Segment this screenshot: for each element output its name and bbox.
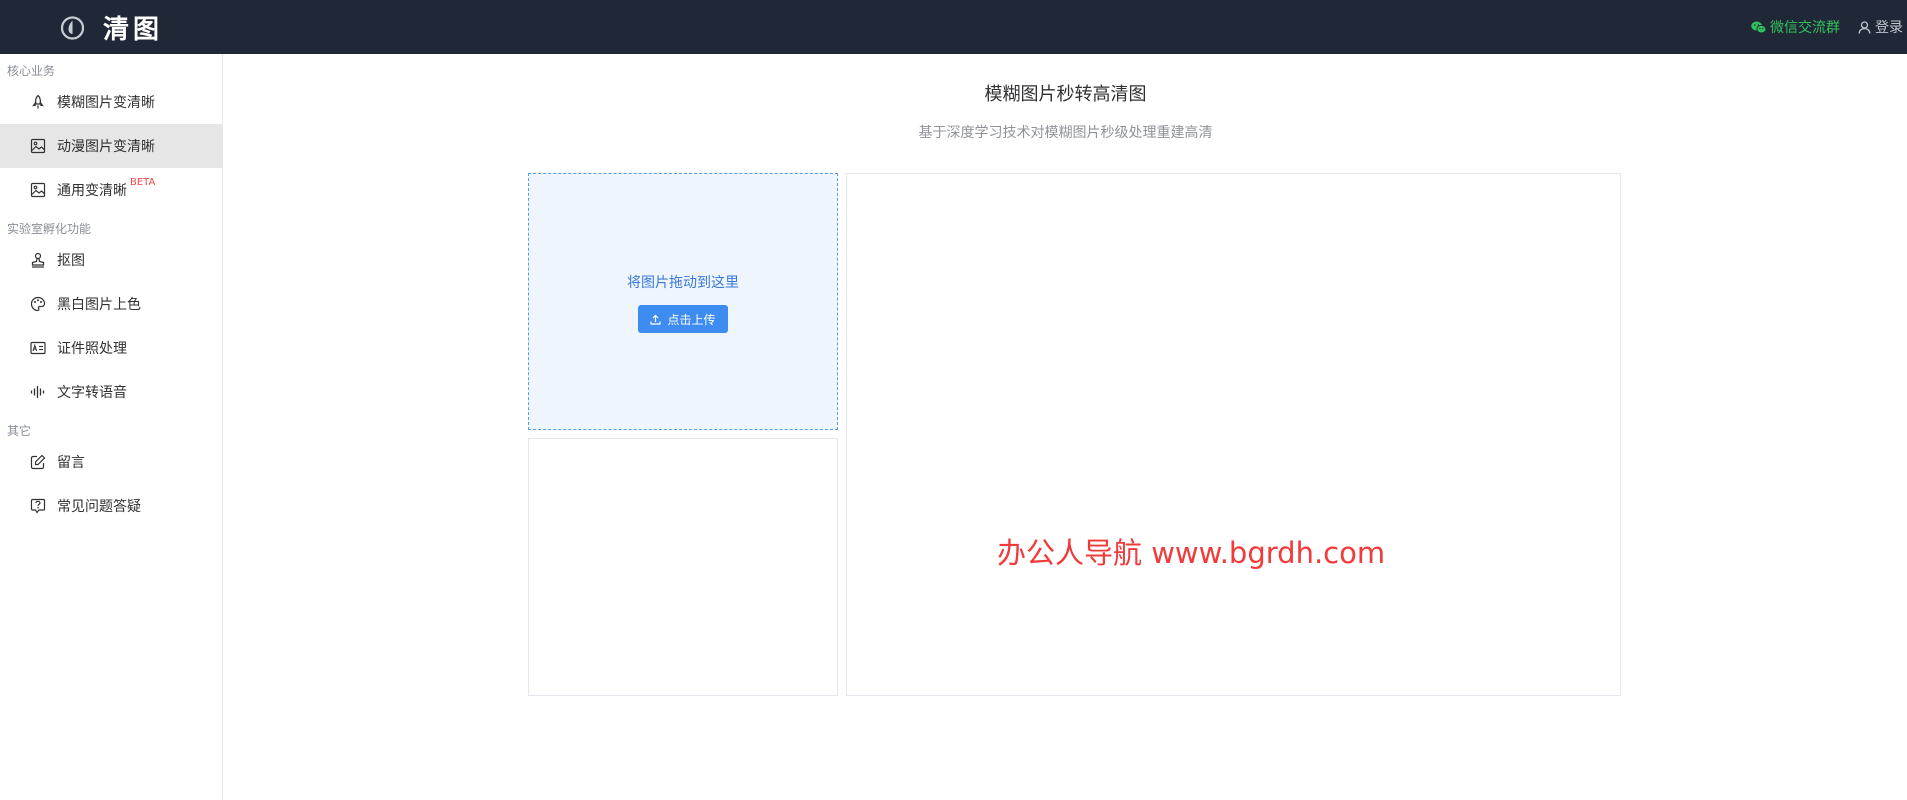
user-icon [1858,20,1871,34]
sidebar-item-cutout[interactable]: 抠图 [0,238,222,282]
top-navbar: 清图 微信交流群 登录 [0,0,1907,54]
sidebar-item-id-photo[interactable]: 证件照处理 [0,326,222,370]
picture-icon [30,182,46,198]
upload-button-label: 点击上传 [667,312,716,327]
picture-icon [30,138,46,154]
main-content: 模糊图片秒转高清图 基于深度学习技术对模糊图片秒级处理重建高清 将图片拖动到这里… [224,54,1907,800]
sidebar: 核心业务 模糊图片变清晰 动漫图片变清晰 通用变清晰 BETA 实验室孵化功能 [0,54,223,800]
login-link[interactable]: 登录 [1858,17,1903,37]
sidebar-group-title-core: 核心业务 [7,64,56,78]
page-title: 模糊图片秒转高清图 [984,84,1147,105]
rocket-icon [32,94,44,109]
sidebar-item-text-to-speech[interactable]: 文字转语音 [0,370,222,414]
logo[interactable]: 清图 [60,10,164,45]
logo-text: 清图 [103,14,164,45]
header-actions: 微信交流群 登录 [1751,0,1907,54]
sidebar-item-message[interactable]: 留言 [0,440,222,484]
result-preview-panel [846,173,1621,696]
upload-icon [650,314,662,325]
sidebar-item-colorize[interactable]: 黑白图片上色 [0,282,222,326]
sidebar-item-label: 黑白图片上色 [57,297,141,313]
sidebar-item-label: 模糊图片变清晰 [57,95,155,111]
drop-icon [60,15,85,40]
sidebar-item-label: 通用变清晰 [57,183,127,199]
sidebar-item-label: 留言 [57,455,85,471]
palette-icon [30,296,46,312]
upload-button[interactable]: 点击上传 [638,305,728,333]
sidebar-item-label: 抠图 [57,253,85,269]
sidebar-item-faq[interactable]: 常见问题答疑 [0,484,222,528]
sidebar-item-anime-to-clear[interactable]: 动漫图片变清晰 [0,124,222,168]
watermark-text: 办公人导航 www.bgrdh.com [997,536,1386,570]
login-label: 登录 [1875,20,1903,36]
sidebar-item-label: 常见问题答疑 [57,499,141,515]
wechat-group-label: 微信交流群 [1770,20,1840,36]
wechat-icon [1751,21,1766,33]
sidebar-group-title-lab: 实验室孵化功能 [7,222,92,236]
stamp-icon [31,252,45,268]
sidebar-item-blur-to-clear[interactable]: 模糊图片变清晰 [0,80,222,124]
sidebar-item-label: 文字转语音 [57,385,127,401]
edit-icon [30,454,46,470]
sidebar-item-label: 动漫图片变清晰 [57,139,155,155]
wechat-group-link[interactable]: 微信交流群 [1751,17,1840,37]
page-subtitle: 基于深度学习技术对模糊图片秒级处理重建高清 [918,125,1213,141]
question-icon [30,498,46,514]
sidebar-item-general-to-clear[interactable]: 通用变清晰 BETA [0,168,222,212]
thumbnail-panel [528,438,838,696]
id-card-icon [30,341,46,355]
sidebar-group-title-other: 其它 [7,424,32,438]
drag-hint: 将图片拖动到这里 [627,275,739,291]
sidebar-item-label: 证件照处理 [57,341,127,357]
beta-badge: BETA [130,176,156,188]
waveform-icon [30,386,45,398]
upload-dropzone[interactable]: 将图片拖动到这里 点击上传 [528,173,838,430]
